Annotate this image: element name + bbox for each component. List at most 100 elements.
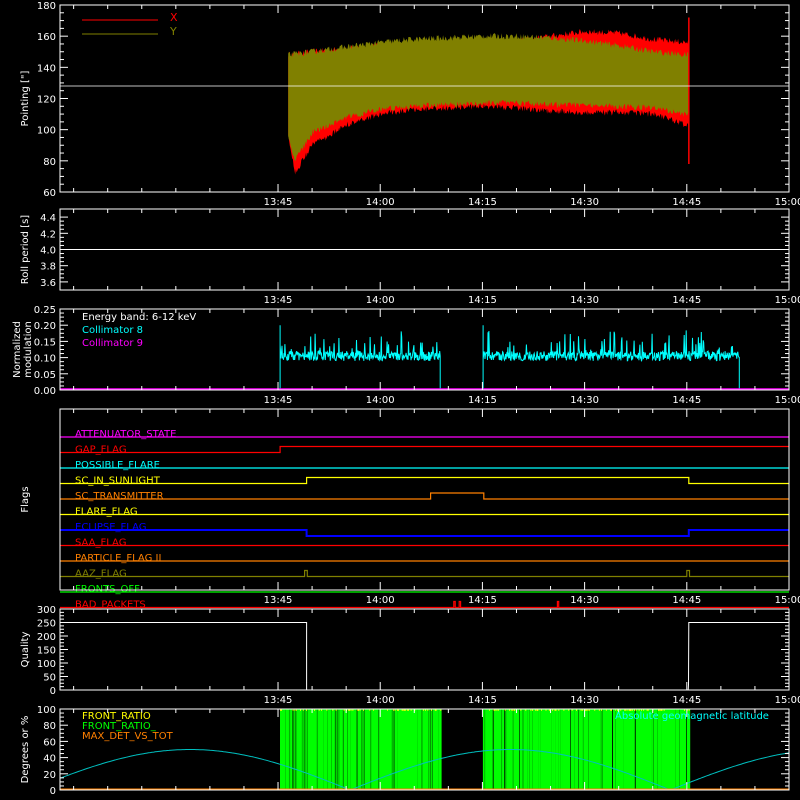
front-ratio-bar — [292, 709, 294, 790]
front-ratio-bar — [491, 709, 493, 790]
front-ratio-bar — [316, 709, 318, 790]
y-tick-label: 3.6 — [40, 278, 56, 289]
front-ratio-bar — [289, 709, 291, 790]
modulation-y-label: Normalizedmodulation — [12, 321, 34, 378]
y-tick-label: 0.15 — [34, 337, 56, 348]
x-tick-label: 14:00 — [366, 395, 395, 406]
front-ratio-bar — [595, 709, 598, 790]
y-tick-label: 0.20 — [34, 321, 56, 332]
x-tick-label: 14:30 — [570, 595, 599, 606]
front-ratio-bar — [346, 709, 347, 790]
front-ratio-bar — [362, 709, 363, 790]
front-ratio-bar — [367, 709, 369, 790]
flag-label: GAP_FLAG — [75, 445, 127, 456]
x-tick-label: 14:15 — [468, 395, 497, 406]
y-tick-label: 80 — [43, 157, 56, 168]
front-ratio-bar — [598, 709, 601, 790]
y-tick-label: 100 — [37, 126, 56, 137]
legend-collimator-9: Collimator 9 — [82, 338, 143, 349]
x-tick-label: 14:15 — [468, 595, 497, 606]
x-tick-label: 14:15 — [468, 695, 497, 706]
front-ratio-bar — [326, 709, 328, 790]
front-ratio-bar — [364, 709, 366, 790]
front-ratio-bar — [440, 709, 442, 790]
flag-label: ATTENUATOR_STATE — [75, 429, 176, 440]
x-tick-label: 14:30 — [570, 197, 599, 208]
front-ratio-bar — [377, 709, 379, 790]
front-ratio-bar — [544, 709, 546, 790]
front-ratio-bar — [330, 709, 332, 790]
front-ratio-bar — [587, 709, 589, 790]
front-ratio-bar — [532, 709, 533, 790]
front-ratio-bar — [601, 709, 602, 790]
front-ratio-bar — [537, 709, 539, 790]
front-ratio-bar — [435, 709, 437, 790]
front-ratio-bar — [306, 709, 308, 790]
y-tick-label: 160 — [37, 32, 56, 43]
front-ratio-bar — [484, 709, 486, 790]
y-tick-label: 100 — [37, 705, 56, 716]
energy-band-annotation: Energy band: 6-12 keV — [82, 312, 196, 323]
y-tick-label: 0.10 — [34, 354, 56, 365]
y-tick-label: 60 — [43, 737, 56, 748]
front-ratio-bar — [302, 709, 304, 790]
front-ratio-bar — [538, 709, 541, 790]
front-ratio-bar — [489, 709, 490, 790]
x-tick-label: 15:00 — [775, 695, 800, 706]
front-ratio-bar — [336, 709, 338, 790]
front-ratio-bar — [392, 709, 393, 790]
front-ratio-bar — [554, 709, 556, 790]
flag-label: AAZ_FLAG — [75, 569, 127, 580]
x-tick-label: 13:45 — [264, 197, 293, 208]
front-ratio-bar — [430, 709, 431, 790]
front-ratio-bar — [360, 709, 362, 790]
front-ratio-bar — [332, 709, 334, 790]
x-tick-label: 13:45 — [264, 695, 293, 706]
front-ratio-bar — [482, 709, 485, 790]
flag-label: SAA_FLAG — [75, 538, 126, 549]
flag-label: SC_IN_SUNLIGHT — [75, 476, 161, 487]
front-ratio-bar — [419, 709, 421, 790]
y-tick-label: 60 — [43, 188, 56, 199]
x-tick-label: 13:45 — [264, 395, 293, 406]
front-ratio-bar — [338, 709, 340, 790]
front-ratio-bar — [577, 709, 579, 790]
y-tick-label: 3.8 — [40, 262, 56, 273]
front-ratio-bar — [365, 709, 367, 790]
front-ratio-bar — [556, 709, 559, 790]
flag-label: SC_TRANSMITTER — [75, 491, 164, 502]
y-tick-label: 100 — [37, 659, 56, 670]
x-tick-label: 14:00 — [366, 695, 395, 706]
front-ratio-bar — [545, 709, 547, 790]
front-ratio-bar — [611, 709, 612, 790]
x-tick-label: 14:00 — [366, 295, 395, 306]
y-tick-label: 0.00 — [34, 386, 56, 397]
x-tick-label: 14:15 — [468, 197, 497, 208]
legend-collimator-8: Collimator 8 — [82, 325, 143, 336]
pointing-y-label: Pointing ["] — [20, 70, 31, 126]
y-tick-label: 0.25 — [34, 305, 56, 316]
front-ratio-bar — [387, 709, 389, 790]
front-ratio-bar — [335, 709, 337, 790]
modulation-y-label-line-1: Normalized — [12, 321, 23, 378]
front-ratio-bar — [428, 709, 430, 790]
front-ratio-bar — [294, 709, 296, 790]
y-tick-label: 0 — [50, 686, 56, 697]
front-ratio-bar — [301, 709, 303, 790]
y-tick-label: 0.05 — [34, 370, 56, 381]
observation-summary-figure: 60 80 100 120 140 160 180 13:45 14:00 14:15 14:30… — [0, 0, 800, 800]
y-tick-label: 250 — [37, 619, 56, 630]
x-tick-label: 14:45 — [672, 295, 701, 306]
front-ratio-bar — [355, 709, 357, 790]
front-ratio-bar — [528, 709, 530, 790]
front-ratio-bar — [342, 709, 344, 790]
front-ratio-bar — [288, 709, 289, 790]
y-tick-label: 80 — [43, 721, 56, 732]
front-ratio-bar — [358, 709, 360, 790]
front-ratio-bar — [425, 709, 427, 790]
front-ratio-bar — [393, 709, 395, 790]
x-tick-label: 15:00 — [775, 197, 800, 208]
y-tick-label: 50 — [43, 673, 56, 684]
front-ratio-bar — [438, 709, 439, 790]
front-ratio-bar — [349, 709, 351, 790]
